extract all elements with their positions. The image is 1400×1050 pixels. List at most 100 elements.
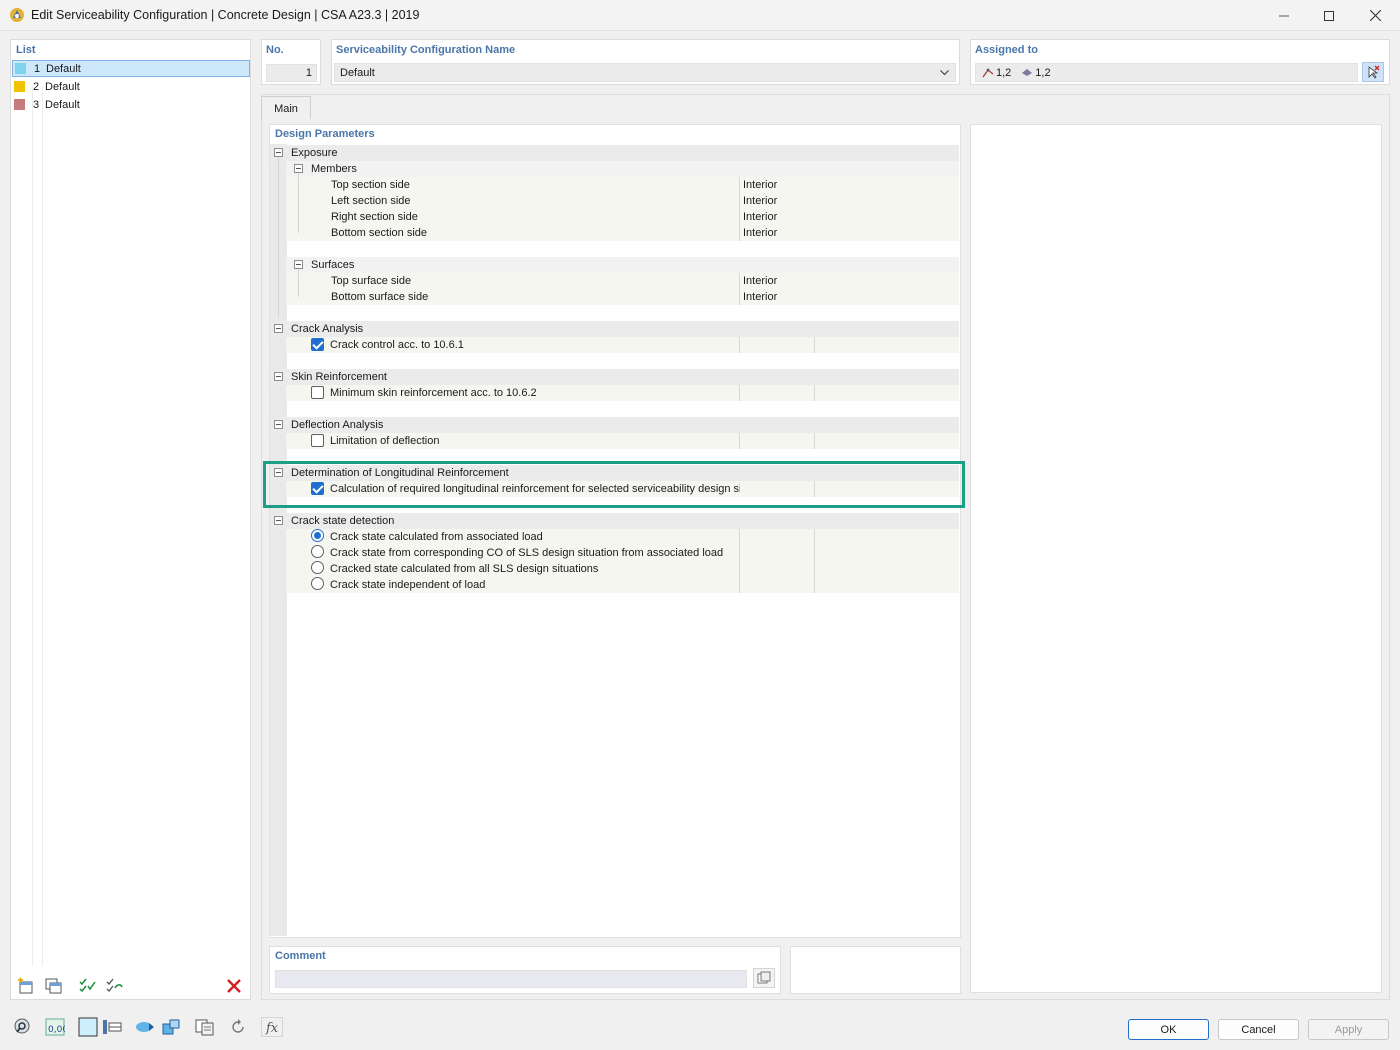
row-value[interactable]: Interior bbox=[743, 179, 777, 191]
group-deflection-label: Deflection Analysis bbox=[291, 419, 384, 431]
check-all-icon[interactable] bbox=[76, 976, 98, 996]
row-label: Right section side bbox=[331, 211, 418, 223]
comment-input[interactable] bbox=[275, 970, 747, 988]
view-icon[interactable] bbox=[134, 1017, 156, 1037]
crack-state-option-label: Crack state from corresponding CO of SLS… bbox=[330, 547, 724, 559]
comment-panel: Comment bbox=[269, 946, 781, 994]
app-icon bbox=[10, 8, 24, 22]
assigned-members: 1,2 bbox=[996, 66, 1012, 79]
title-bar: Edit Serviceability Configuration | Conc… bbox=[0, 0, 1400, 31]
reset-icon[interactable] bbox=[227, 1017, 249, 1037]
number-label: No. bbox=[266, 44, 284, 56]
name-select[interactable]: Default bbox=[334, 63, 956, 82]
model-icon[interactable] bbox=[160, 1017, 182, 1037]
list-item-label: Default bbox=[45, 80, 80, 93]
list-item[interactable]: 2 Default bbox=[12, 78, 250, 95]
collapse-icon[interactable] bbox=[274, 324, 283, 333]
subgroup-members-label: Members bbox=[311, 163, 357, 175]
design-parameters-title: Design Parameters bbox=[275, 128, 375, 140]
deflection-checkbox[interactable] bbox=[311, 434, 324, 447]
minimize-icon[interactable] bbox=[1261, 0, 1307, 31]
row-label: Left section side bbox=[331, 195, 411, 207]
group-crack-analysis-label: Crack Analysis bbox=[291, 323, 364, 335]
row-label: Bottom section side bbox=[331, 227, 427, 239]
crack-state-radio[interactable] bbox=[311, 545, 324, 558]
close-icon[interactable] bbox=[1352, 0, 1398, 31]
select-objects-icon[interactable] bbox=[1362, 62, 1384, 82]
deflection-label: Limitation of deflection bbox=[330, 435, 440, 447]
maximize-icon[interactable] bbox=[1306, 0, 1352, 31]
crack-control-label: Crack control acc. to 10.6.1 bbox=[330, 339, 464, 351]
row-label: Bottom surface side bbox=[331, 291, 429, 303]
chevron-down-icon bbox=[940, 70, 949, 76]
tab-main[interactable]: Main bbox=[261, 96, 311, 120]
crack-state-radio[interactable] bbox=[311, 577, 324, 590]
collapse-icon[interactable] bbox=[274, 420, 283, 429]
group-crack-analysis bbox=[270, 321, 959, 337]
color-swatch bbox=[14, 99, 25, 110]
list-item[interactable]: 3 Default bbox=[12, 96, 250, 113]
comment-library-icon[interactable] bbox=[753, 968, 775, 988]
crack-state-option-label: Crack state calculated from associated l… bbox=[330, 531, 543, 543]
surface-icon bbox=[1022, 68, 1033, 76]
row-value[interactable]: Interior bbox=[743, 275, 777, 287]
copy-item-icon[interactable] bbox=[42, 976, 64, 996]
row-value[interactable]: Interior bbox=[743, 291, 777, 303]
collapse-icon[interactable] bbox=[294, 164, 303, 173]
list-item-number: 1 bbox=[34, 62, 41, 75]
crack-state-radio[interactable] bbox=[311, 529, 324, 542]
color-swatch bbox=[14, 81, 25, 92]
window-title: Edit Serviceability Configuration | Conc… bbox=[31, 8, 420, 22]
search-icon[interactable] bbox=[11, 1017, 33, 1037]
list-item-number: 2 bbox=[33, 80, 40, 93]
group-exposure bbox=[270, 145, 959, 161]
row-value[interactable]: Interior bbox=[743, 227, 777, 239]
group-crack-state-label: Crack state detection bbox=[291, 515, 395, 527]
uncheck-icon[interactable] bbox=[103, 976, 125, 996]
collapse-icon[interactable] bbox=[294, 260, 303, 269]
formula-icon[interactable]: fx bbox=[261, 1017, 283, 1037]
highlight-box bbox=[263, 461, 965, 508]
delete-icon[interactable] bbox=[223, 976, 245, 996]
cancel-button[interactable]: Cancel bbox=[1218, 1019, 1299, 1040]
list-item-number: 3 bbox=[33, 98, 40, 111]
collapse-icon[interactable] bbox=[274, 148, 283, 157]
assigned-surfaces: 1,2 bbox=[1035, 66, 1051, 79]
decimal-icon[interactable]: 0,00 bbox=[44, 1017, 66, 1037]
comment-side-panel bbox=[790, 946, 961, 994]
subgroup-surfaces bbox=[286, 257, 959, 273]
color-icon[interactable] bbox=[77, 1017, 99, 1037]
units-icon[interactable] bbox=[101, 1017, 123, 1037]
skin-reinforcement-checkbox[interactable] bbox=[311, 386, 324, 399]
number-field[interactable]: 1 bbox=[266, 64, 317, 82]
crack-state-radio[interactable] bbox=[311, 561, 324, 574]
row-value[interactable]: Interior bbox=[743, 195, 777, 207]
row-value[interactable]: Interior bbox=[743, 211, 777, 223]
assigned-label: Assigned to bbox=[975, 44, 1038, 56]
apply-button[interactable]: Apply bbox=[1308, 1019, 1389, 1040]
ok-button[interactable]: OK bbox=[1128, 1019, 1209, 1040]
assigned-panel: Assigned to 1,2 1,2 bbox=[970, 39, 1390, 85]
number-panel: No. 1 bbox=[261, 39, 321, 85]
copy-table-icon[interactable] bbox=[194, 1017, 216, 1037]
name-panel: Serviceability Configuration Name Defaul… bbox=[331, 39, 960, 85]
row-label: Top section side bbox=[331, 179, 410, 191]
list-item-label: Default bbox=[45, 98, 80, 111]
group-skin-label: Skin Reinforcement bbox=[291, 371, 387, 383]
crack-state-option-label: Crack state independent of load bbox=[330, 579, 486, 591]
assigned-field[interactable]: 1,2 1,2 bbox=[975, 63, 1358, 82]
collapse-icon[interactable] bbox=[274, 516, 283, 525]
collapse-icon[interactable] bbox=[274, 372, 283, 381]
new-item-icon[interactable] bbox=[15, 976, 37, 996]
svg-text:fx: fx bbox=[265, 1021, 279, 1036]
list-item[interactable]: 1 Default bbox=[12, 60, 250, 77]
crack-control-checkbox[interactable] bbox=[311, 338, 324, 351]
preview-panel bbox=[970, 124, 1382, 993]
skin-reinforcement-label: Minimum skin reinforcement acc. to 10.6.… bbox=[330, 387, 537, 399]
name-value: Default bbox=[340, 66, 375, 79]
member-icon bbox=[982, 68, 994, 77]
group-exposure-label: Exposure bbox=[291, 147, 338, 159]
subgroup-surfaces-label: Surfaces bbox=[311, 259, 355, 271]
subgroup-members bbox=[286, 161, 959, 177]
color-swatch bbox=[15, 63, 26, 74]
